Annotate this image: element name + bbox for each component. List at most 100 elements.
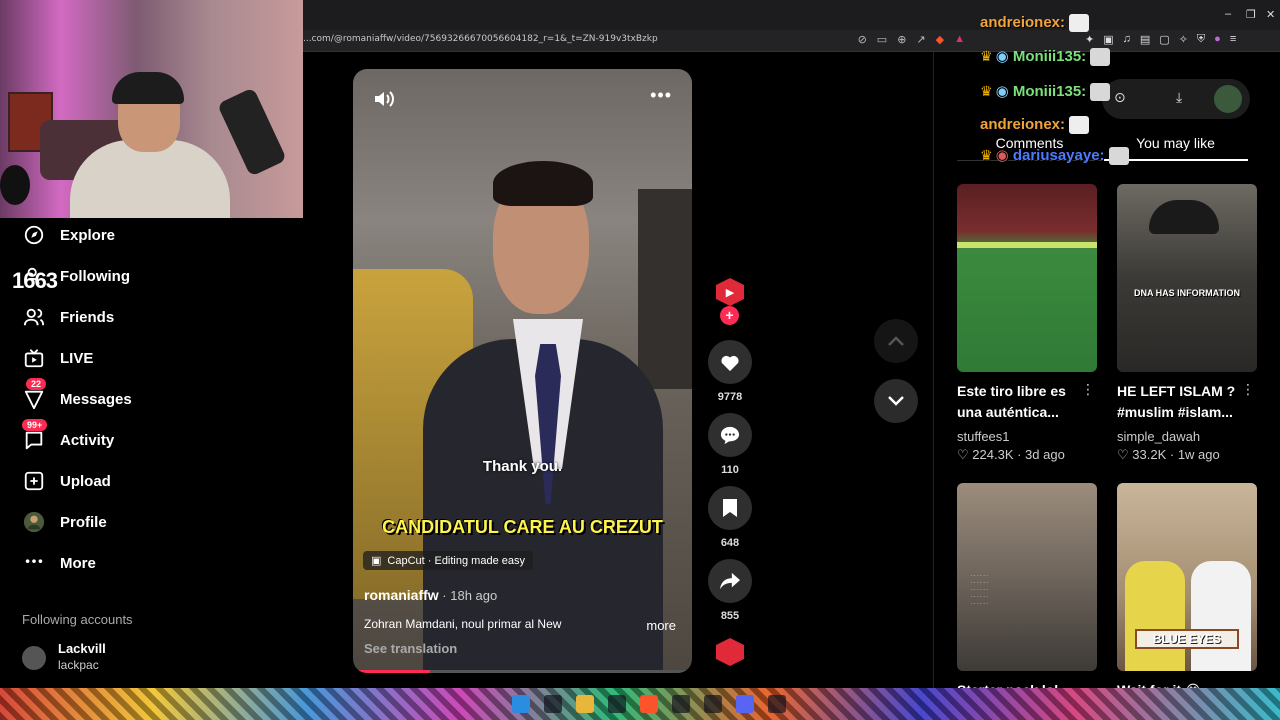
activity-icon: 99+ (22, 419, 48, 452)
recommended-title[interactable]: HE LEFT ISLAM ? #muslim #islam... (1117, 381, 1241, 423)
zoom-icon[interactable]: ⊕ (897, 33, 906, 46)
cat-emote-icon (1090, 83, 1111, 102)
music-disc-icon[interactable] (716, 638, 744, 666)
volume-icon[interactable] (373, 89, 395, 114)
video-thumbnail[interactable]: · · · · · · · · · · · · · · · · · · · · · ·… (957, 483, 1097, 671)
discord-icon[interactable] (736, 695, 754, 713)
recommended-author[interactable]: simple_dawah (1117, 429, 1257, 444)
upload-icon (22, 469, 46, 493)
recommended-title[interactable]: Este tiro libre es una auténtica... (957, 381, 1081, 423)
sidebar-item-messages[interactable]: 22 Messages (22, 378, 132, 412)
share-button[interactable] (708, 559, 752, 603)
see-translation-button[interactable]: See translation (364, 641, 457, 656)
background-camera (638, 189, 692, 389)
browser-tabbar: – ❐ ✕ (303, 0, 1280, 30)
video-time-ago: · 18h ago (438, 588, 498, 603)
thumbnail-text: DNA HAS INFORMATION (1134, 288, 1240, 298)
sidebar-item-following[interactable]: Following (22, 263, 130, 289)
save-button[interactable] (708, 486, 752, 530)
profile-extension-icon[interactable]: ● (1214, 33, 1221, 46)
cat-emote-icon (1108, 147, 1129, 166)
video-progress-bar[interactable] (358, 670, 687, 673)
sidebar: 1663 Explore Following Friends LIVE 22 M… (0, 218, 303, 688)
recommended-video[interactable]: DNA HAS INFORMATION HE LEFT ISLAM ? #mus… (1117, 184, 1257, 463)
brave-shield-icon[interactable]: ◆ (936, 33, 944, 46)
taskbar-app-icon[interactable] (704, 695, 722, 713)
sidebar-item-upload[interactable]: Upload (22, 468, 111, 494)
emote-icon (1069, 116, 1090, 135)
chat-username: dariusayaye: (1012, 147, 1105, 164)
sidebar-item-more[interactable]: More (22, 550, 96, 576)
task-view-icon[interactable] (544, 695, 562, 713)
menu-icon[interactable]: ≡ (1230, 33, 1236, 46)
recommended-video[interactable]: BLUE EYES Wait for it 😂 (1117, 483, 1257, 701)
sidebar-item-profile[interactable]: Profile (22, 509, 107, 535)
heart-outline-icon: ♡ (1117, 447, 1129, 462)
share-count: 855 (720, 610, 740, 622)
more-options-icon[interactable]: ••• (650, 85, 672, 106)
previous-video-button[interactable] (874, 319, 918, 363)
sidebar-item-friends[interactable]: Friends (22, 304, 114, 330)
follow-button[interactable]: + (720, 306, 739, 325)
brave-rewards-icon[interactable]: ▲ (954, 33, 965, 46)
video-thumbnail[interactable]: DNA HAS INFORMATION (1117, 184, 1257, 372)
vpn-icon[interactable]: ⛨ (1197, 33, 1205, 46)
creator-avatar[interactable]: ▶ (716, 278, 744, 306)
video-thumbnail[interactable] (957, 184, 1097, 372)
next-video-button[interactable] (874, 379, 918, 423)
video-player[interactable]: ••• Thank you. CANDIDATUL CARE AU CREZUT… (353, 69, 692, 673)
windows-start-icon[interactable] (512, 695, 530, 713)
yellow-shirt (1125, 561, 1185, 671)
save-count: 648 (720, 537, 740, 549)
kebab-menu-icon[interactable]: ⋮ (1081, 381, 1095, 398)
like-button[interactable] (708, 340, 752, 384)
reader-icon[interactable]: ⊘ (858, 33, 867, 46)
video-thumbnail[interactable]: BLUE EYES (1117, 483, 1257, 671)
download-icon[interactable]: ⤓ (1176, 89, 1182, 106)
recommended-video[interactable]: Este tiro libre es una auténtica... ⋮ st… (957, 184, 1097, 463)
sidebar-icon[interactable]: ▤ (1140, 33, 1150, 46)
embed-icon[interactable]: ⊙ (1114, 89, 1126, 106)
kebab-menu-icon[interactable]: ⋮ (1241, 381, 1255, 398)
friends-icon (22, 305, 46, 329)
account-handle[interactable]: lackpac (58, 658, 99, 672)
taskbar-icons (512, 695, 786, 713)
video-headline-caption: CANDIDATUL CARE AU CREZUT (382, 517, 663, 537)
video-author[interactable]: romaniaffw · 18h ago (364, 587, 497, 603)
crown-icon: ♛ (980, 48, 993, 64)
comment-count: 110 (721, 464, 739, 476)
leo-icon[interactable]: ✧ (1179, 33, 1188, 46)
maximize-button[interactable]: ❐ (1246, 8, 1256, 21)
wallet-icon[interactable]: ▢ (1159, 33, 1169, 46)
extensions-icon[interactable]: ✦ (1085, 33, 1094, 46)
white-top (1191, 561, 1251, 671)
creator-avatar-small[interactable] (1214, 85, 1242, 113)
file-explorer-icon[interactable] (576, 695, 594, 713)
share-icon[interactable]: ↗ (916, 33, 925, 46)
taskbar-app-icon[interactable] (608, 695, 626, 713)
author-name[interactable]: romaniaffw (364, 587, 439, 603)
chat-username: andreionex: (980, 14, 1066, 31)
description-more-button[interactable]: more (646, 618, 676, 633)
sidebar-item-live[interactable]: LIVE (22, 345, 93, 371)
streamer-webcam (0, 0, 303, 218)
sidebar-item-activity[interactable]: 99+ Activity (22, 419, 114, 453)
media-icon[interactable]: ♫ (1123, 33, 1131, 46)
capcut-tag[interactable]: ▣ CapCut · Editing made easy (363, 551, 533, 570)
taskbar-app-icon[interactable] (768, 695, 786, 713)
crown-icon: ♛ (980, 83, 993, 99)
recommended-author[interactable]: stuffees1 (957, 429, 1097, 444)
cast-icon[interactable]: ▭ (877, 33, 887, 46)
account-avatar[interactable] (22, 646, 46, 670)
minimize-button[interactable]: – (1225, 8, 1231, 20)
close-window-button[interactable]: ✕ (1266, 8, 1275, 21)
brave-browser-icon[interactable] (640, 695, 658, 713)
comment-button[interactable] (708, 413, 752, 457)
recommended-video[interactable]: · · · · · · · · · · · · · · · · · · · · · ·… (957, 483, 1097, 701)
tab-search-icon[interactable]: ▣ (1103, 33, 1113, 46)
like-count: 9778 (717, 391, 743, 403)
sidebar-item-explore[interactable]: Explore (22, 222, 115, 248)
account-name[interactable]: Lackvill (58, 641, 106, 656)
taskbar-app-icon[interactable] (672, 695, 690, 713)
recommended-age: 3d ago (1025, 447, 1065, 462)
